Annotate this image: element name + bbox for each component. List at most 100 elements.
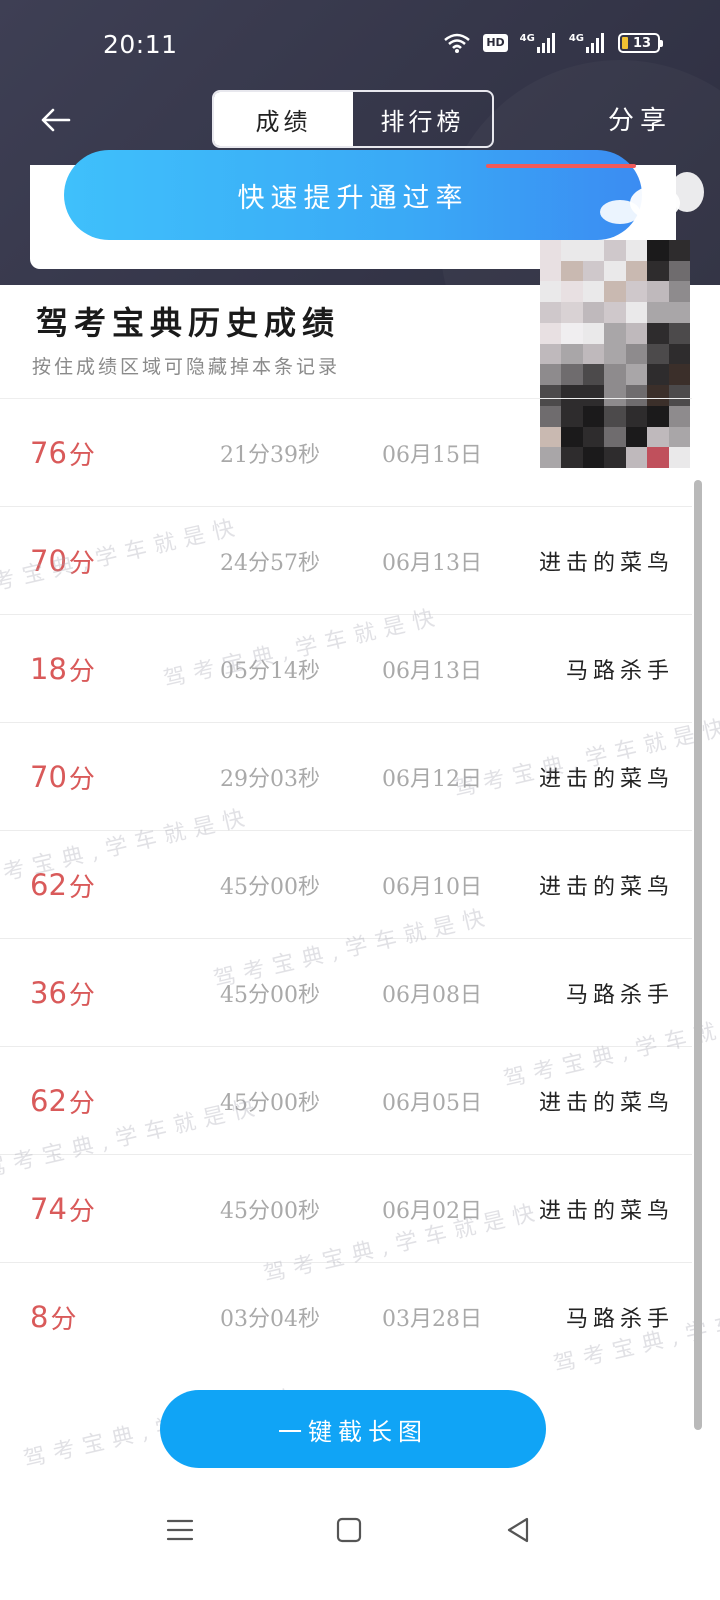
mosaic-cell	[540, 302, 562, 323]
score-unit: 分	[68, 764, 95, 795]
mosaic-cell	[540, 364, 562, 386]
record-row[interactable]: 76 分 21分39秒 06月15日	[0, 399, 692, 507]
status-bar: 20:11 HD 4G 4G 13	[0, 0, 720, 90]
tab-group: 成绩 排行榜	[212, 90, 494, 148]
record-score: 18 分	[30, 615, 95, 723]
mosaic-cell	[647, 343, 669, 365]
mosaic-cell	[540, 281, 562, 303]
score-unit: 分	[68, 548, 95, 579]
mosaic-cell	[561, 240, 583, 261]
cloud-decoration	[670, 172, 704, 212]
promo-button[interactable]: 快速提升通过率	[64, 150, 642, 240]
arrow-left-icon	[41, 108, 71, 132]
mosaic-cell	[604, 260, 626, 282]
score-unit: 分	[50, 1304, 77, 1335]
mosaic-cell	[604, 343, 626, 365]
tab-scores[interactable]: 成绩	[214, 92, 353, 146]
record-row[interactable]: 62 分 45分00秒 06月10日 进击的菜鸟	[0, 831, 692, 939]
mosaic-cell	[540, 322, 562, 344]
record-score: 70 分	[30, 507, 95, 615]
score-unit: 分	[68, 1196, 95, 1227]
mosaic-cell	[625, 322, 648, 344]
history-subtitle: 按住成绩区域可隐藏掉本条记录	[32, 356, 341, 378]
score-value: 70	[30, 544, 67, 578]
score-unit: 分	[68, 1088, 95, 1119]
record-row[interactable]: 8分 03分04秒 03月28日 马路杀手	[0, 1263, 692, 1371]
promo-accent-line	[486, 164, 636, 168]
scrollbar[interactable]	[694, 480, 702, 1430]
score-value: 74	[30, 1192, 67, 1226]
history-title: 驾考宝典历史成绩	[36, 304, 341, 342]
record-row[interactable]: 74 分 45分00秒 06月02日 进击的菜鸟	[0, 1155, 692, 1263]
record-title: 进击的菜鸟	[538, 1199, 674, 1224]
record-row[interactable]: 70 分 29分03秒 06月12日 进击的菜鸟	[0, 723, 692, 831]
record-row[interactable]: 36 分 45分00秒 06月08日 马路杀手	[0, 939, 692, 1047]
record-score: 76 分	[30, 399, 95, 507]
status-time: 20:11	[103, 30, 178, 59]
mosaic-cell	[561, 281, 583, 303]
mosaic-cell	[604, 322, 626, 344]
mosaic-cell	[668, 364, 690, 386]
record-score: 74 分	[30, 1155, 95, 1263]
back-button[interactable]	[36, 100, 76, 140]
network-label: 4G	[519, 33, 535, 44]
mosaic-cell	[561, 302, 583, 323]
nav-home-button[interactable]	[329, 1510, 369, 1550]
nav-menu-button[interactable]	[160, 1510, 200, 1550]
mosaic-cell	[540, 240, 562, 261]
mosaic-cell	[647, 302, 669, 323]
score-unit: 分	[68, 980, 95, 1011]
promo-button-label: 快速提升通过率	[237, 182, 469, 214]
score-value: 76	[30, 436, 67, 470]
mosaic-cell	[582, 260, 605, 282]
status-icons: HD 4G 4G 13	[443, 32, 663, 54]
score-unit: 分	[68, 872, 95, 903]
record-date: 06月08日	[382, 983, 482, 1008]
record-duration: 45分00秒	[220, 983, 320, 1008]
mosaic-cell	[625, 364, 648, 386]
mosaic-cell	[561, 322, 583, 344]
record-row[interactable]: 70 分 24分57秒 06月13日 进击的菜鸟	[0, 507, 692, 615]
score-value: 36	[30, 976, 67, 1010]
mosaic-cell	[647, 322, 669, 344]
nav-back-button[interactable]	[498, 1510, 538, 1550]
score-value: 70	[30, 760, 67, 794]
record-title: 马路杀手	[565, 1307, 674, 1332]
record-duration: 45分00秒	[220, 1199, 320, 1224]
record-row[interactable]: 62 分 45分00秒 06月05日 进击的菜鸟	[0, 1047, 692, 1155]
record-title: 进击的菜鸟	[538, 875, 674, 900]
record-score: 8分	[30, 1263, 76, 1371]
record-row[interactable]: 18 分 05分14秒 06月13日 马路杀手	[0, 615, 692, 723]
signal-4g-icon: 4G	[520, 33, 557, 53]
mosaic-cell	[582, 364, 605, 386]
tab-leaderboard[interactable]: 排行榜	[353, 92, 492, 146]
record-date: 06月13日	[382, 551, 482, 576]
mosaic-cell	[561, 364, 583, 386]
record-date: 06月13日	[382, 659, 482, 684]
mosaic-cell	[668, 281, 690, 303]
long-screenshot-button[interactable]: 一键截长图	[160, 1390, 546, 1468]
mosaic-cell	[540, 343, 562, 365]
record-duration: 05分14秒	[220, 659, 320, 684]
square-icon	[336, 1517, 362, 1543]
mosaic-cell	[625, 343, 648, 365]
record-score: 62 分	[30, 1047, 95, 1155]
mosaic-cell	[625, 302, 648, 323]
mosaic-cell	[647, 281, 669, 303]
mosaic-cell	[668, 343, 690, 365]
records-list: 76 分 21分39秒 06月15日 70 分 24分57秒 06月13日 进击的菜…	[0, 399, 692, 1371]
system-nav-bar	[0, 1480, 720, 1580]
record-date: 06月05日	[382, 1091, 482, 1116]
mosaic-cell	[668, 240, 690, 261]
mosaic-cell	[604, 302, 626, 323]
share-button[interactable]: 分享	[608, 100, 672, 137]
menu-icon	[166, 1519, 194, 1541]
mosaic-cell	[561, 343, 583, 365]
network-label: 4G	[568, 33, 584, 44]
mosaic-cell	[647, 364, 669, 386]
mosaic-cell	[668, 260, 690, 282]
battery-level: 13	[632, 35, 652, 51]
mosaic-cell	[582, 322, 605, 344]
mosaic-cell	[582, 343, 605, 365]
record-title: 进击的菜鸟	[538, 551, 674, 576]
